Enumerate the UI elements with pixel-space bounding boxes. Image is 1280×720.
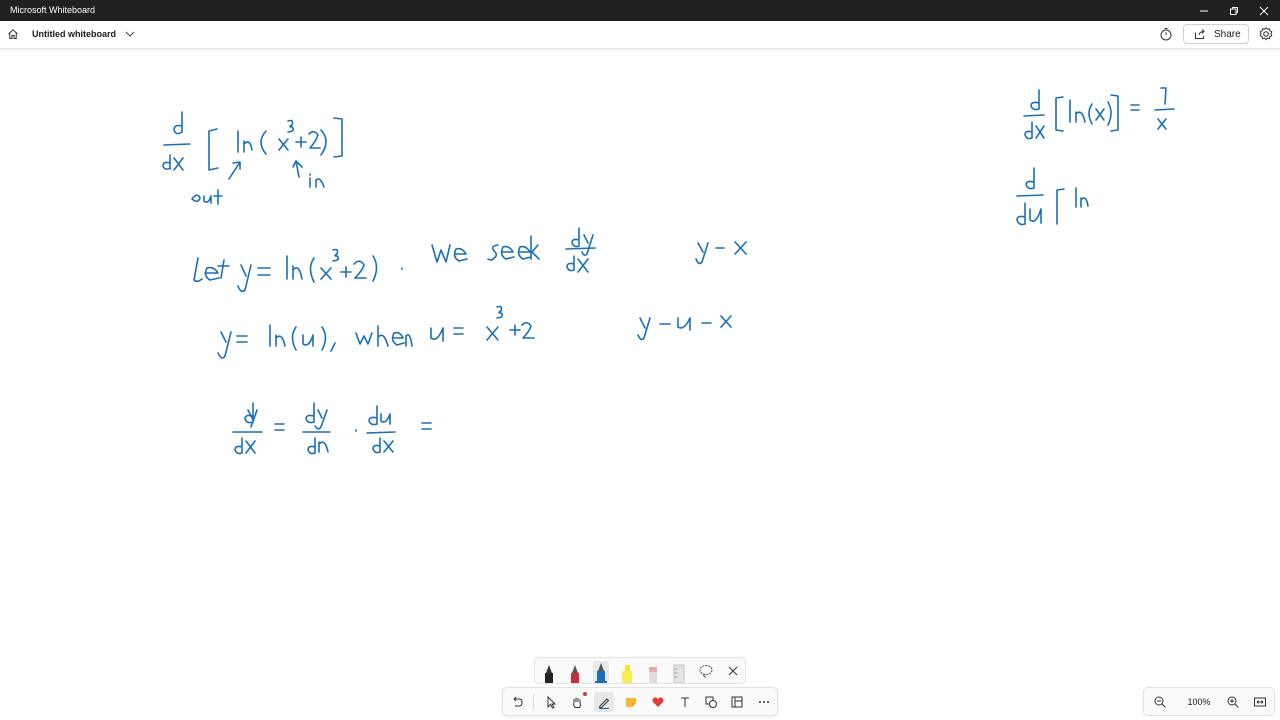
minimize-icon bbox=[1200, 10, 1208, 11]
window-title: Microsoft Whiteboard bbox=[10, 5, 96, 15]
pen-tray bbox=[534, 657, 746, 684]
eraser-icon bbox=[649, 667, 657, 683]
lasso-icon bbox=[699, 665, 713, 678]
red-pen-icon bbox=[571, 665, 579, 683]
restore-button[interactable] bbox=[1218, 0, 1250, 21]
text-tool[interactable] bbox=[675, 692, 695, 712]
red-pen[interactable] bbox=[567, 661, 583, 683]
yellow-highlighter[interactable] bbox=[619, 661, 635, 683]
templates-tool[interactable] bbox=[727, 692, 747, 712]
undo-button[interactable] bbox=[507, 692, 527, 712]
settings-button[interactable] bbox=[1258, 26, 1274, 42]
minimize-button[interactable] bbox=[1188, 0, 1220, 21]
undo-icon bbox=[513, 696, 523, 707]
notification-dot bbox=[583, 692, 587, 696]
close-icon bbox=[728, 666, 738, 676]
pen-tool[interactable] bbox=[594, 692, 614, 712]
timer-icon bbox=[1160, 28, 1172, 41]
blue-pen[interactable] bbox=[593, 661, 609, 683]
highlighter-icon bbox=[622, 665, 632, 683]
pen-icon bbox=[598, 698, 610, 709]
templates-icon bbox=[731, 696, 743, 708]
whiteboard-canvas[interactable] bbox=[0, 48, 1280, 720]
more-icon bbox=[759, 701, 769, 703]
main-toolbar bbox=[502, 687, 778, 716]
zoom-level: 100% bbox=[1187, 697, 1211, 707]
reactions-tool[interactable] bbox=[648, 692, 668, 712]
shapes-icon bbox=[705, 696, 717, 708]
title-bar: Microsoft Whiteboard bbox=[0, 0, 1280, 21]
zoom-out-button[interactable] bbox=[1152, 694, 1168, 710]
cursor-icon bbox=[547, 695, 557, 709]
black-pen-icon bbox=[545, 665, 553, 683]
share-icon bbox=[1194, 28, 1206, 40]
sticky-note-icon bbox=[626, 698, 636, 707]
app-bar: Untitled whiteboard Share bbox=[0, 21, 1280, 49]
blue-pen-icon bbox=[595, 663, 607, 683]
home-button[interactable] bbox=[4, 25, 22, 43]
zoom-panel: 100% bbox=[1143, 687, 1275, 716]
black-pen[interactable] bbox=[541, 661, 557, 683]
fit-to-screen-button[interactable] bbox=[1252, 694, 1268, 710]
hand-tool[interactable] bbox=[567, 692, 587, 712]
share-label: Share bbox=[1214, 28, 1241, 40]
select-tool[interactable] bbox=[541, 692, 561, 712]
zoom-in-icon bbox=[1227, 696, 1239, 708]
sticky-note-tool[interactable] bbox=[621, 692, 641, 712]
gear-icon bbox=[1259, 27, 1273, 41]
toolbar-divider bbox=[533, 694, 534, 710]
heart-icon bbox=[652, 697, 664, 707]
close-pen-tray-button[interactable] bbox=[725, 662, 741, 684]
document-title[interactable]: Untitled whiteboard bbox=[32, 29, 116, 39]
close-window-button[interactable] bbox=[1248, 0, 1280, 21]
share-button[interactable]: Share bbox=[1183, 24, 1249, 44]
eraser-tool[interactable] bbox=[645, 661, 661, 683]
timer-button[interactable] bbox=[1158, 26, 1174, 42]
fit-screen-icon bbox=[1254, 697, 1266, 707]
ruler-icon bbox=[673, 664, 685, 684]
ruler-tool[interactable] bbox=[671, 661, 687, 684]
title-menu-button[interactable] bbox=[124, 27, 136, 41]
text-icon bbox=[681, 697, 689, 707]
shapes-tool[interactable] bbox=[701, 692, 721, 712]
zoom-out-icon bbox=[1154, 696, 1166, 708]
more-options-button[interactable] bbox=[754, 692, 774, 712]
close-icon bbox=[1259, 6, 1269, 15]
lasso-tool[interactable] bbox=[698, 662, 714, 684]
zoom-in-button[interactable] bbox=[1225, 694, 1241, 710]
restore-icon bbox=[1230, 6, 1238, 15]
chevron-down-icon bbox=[125, 31, 135, 37]
home-icon bbox=[8, 29, 18, 39]
hand-icon bbox=[573, 697, 581, 708]
